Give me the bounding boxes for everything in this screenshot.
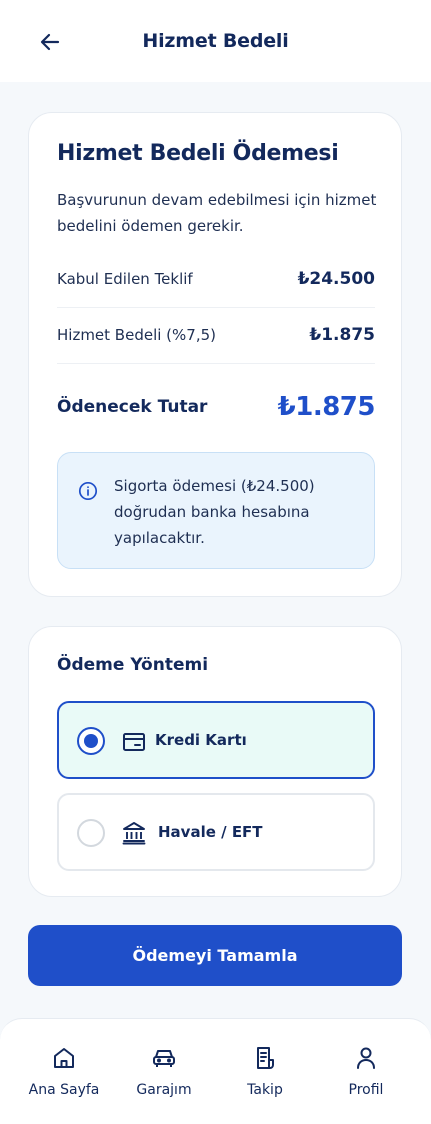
arrow-left-icon [40, 33, 60, 51]
complete-payment-button[interactable]: Ödemeyi Tamamla [28, 925, 402, 986]
radio-selected[interactable] [77, 727, 105, 755]
nav-label-home: Ana Sayfa [28, 1082, 100, 1098]
nav-item-profile[interactable]: Profil [316, 1045, 416, 1105]
nav-item-garage[interactable]: Garajım [114, 1045, 214, 1105]
accepted-offer-row: Kabul Edilen Teklif ₺24.500 [57, 267, 375, 291]
insurance-info-text: Sigorta ödemesi (₺24.500) doğrudan banka… [114, 477, 315, 547]
document-icon [257, 1047, 274, 1069]
radio-unselected[interactable] [77, 819, 105, 847]
service-fee-row: Hizmet Bedeli (%7,5) ₺1.875 [57, 323, 375, 347]
nav-label-tracking: Takip [247, 1082, 283, 1098]
summary-description: Başvurunun devam edebilmesi için hizmet … [57, 191, 377, 235]
payment-option-credit-card[interactable]: Kredi Kartı [57, 701, 375, 779]
accepted-offer-value: ₺24.500 [297, 269, 375, 289]
divider [57, 307, 375, 308]
back-button[interactable] [34, 26, 66, 58]
payment-summary-card: Hizmet Bedeli Ödemesi Başvurunun devam e… [28, 112, 402, 597]
payment-option-bank-transfer[interactable]: Havale / EFT [57, 793, 375, 871]
payment-method-title: Ödeme Yöntemi [57, 655, 209, 675]
credit-card-icon [123, 733, 145, 751]
bottom-navigation: Ana Sayfa Garajım Takip Profil [0, 1018, 431, 1124]
bank-transfer-label: Havale / EFT [158, 823, 263, 841]
nav-label-profile: Profil [348, 1082, 384, 1098]
insurance-info-box: Sigorta ödemesi (₺24.500) doğrudan banka… [57, 452, 375, 569]
service-fee-value: ₺1.875 [309, 325, 375, 345]
total-value: ₺1.875 [277, 392, 376, 422]
info-icon [78, 481, 98, 501]
car-icon [153, 1050, 175, 1067]
nav-label-garage: Garajım [136, 1082, 192, 1098]
home-icon [54, 1048, 74, 1068]
nav-item-tracking[interactable]: Takip [215, 1045, 315, 1105]
accepted-offer-label: Kabul Edilen Teklif [57, 270, 193, 288]
total-label: Ödenecek Tutar [57, 397, 208, 417]
payment-method-card: Ödeme Yöntemi Kredi Kartı Havale / EFT [28, 626, 402, 897]
nav-item-home[interactable]: Ana Sayfa [14, 1045, 114, 1105]
summary-title: Hizmet Bedeli Ödemesi [57, 141, 339, 166]
user-icon [357, 1047, 375, 1069]
page-title: Hizmet Bedeli [142, 30, 289, 52]
credit-card-label: Kredi Kartı [155, 731, 247, 749]
total-row: Ödenecek Tutar ₺1.875 [57, 389, 376, 425]
service-fee-label: Hizmet Bedeli (%7,5) [57, 326, 216, 344]
app-header: Hizmet Bedeli [0, 0, 431, 82]
divider [57, 363, 375, 364]
bank-icon [122, 822, 146, 845]
